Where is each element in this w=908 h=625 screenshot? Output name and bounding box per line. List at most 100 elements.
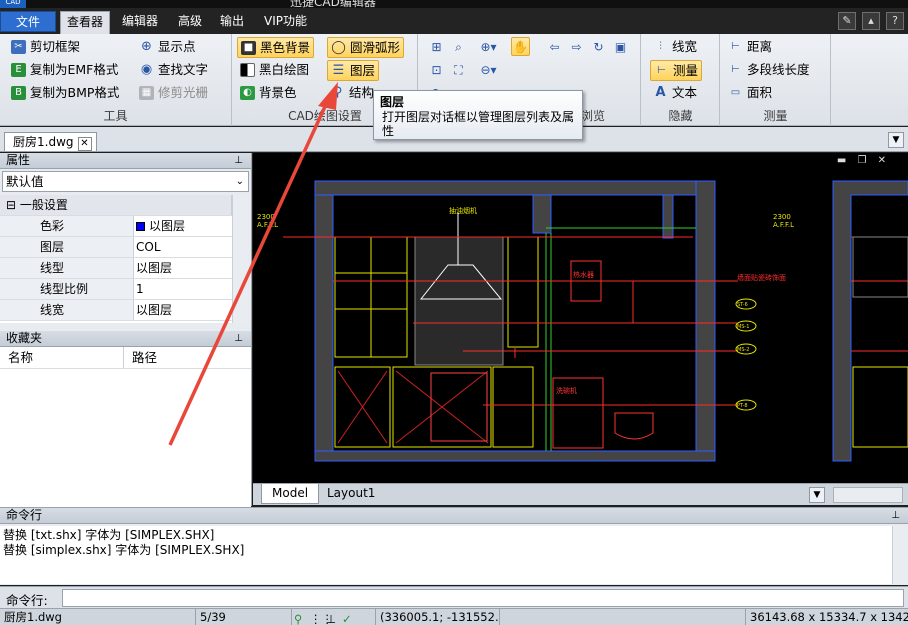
property-key: 线型比例	[0, 279, 134, 299]
text-toggle-button[interactable]: A 文本	[650, 83, 700, 104]
upper-cabinet-right	[507, 236, 539, 348]
layers-icon: ☰	[332, 63, 345, 78]
property-value: 以图层	[149, 219, 186, 233]
trim-raster-button[interactable]: ▦ 修剪光栅	[136, 83, 211, 104]
pin-icon[interactable]: ⊥	[234, 153, 243, 168]
floor-slab	[314, 450, 716, 462]
viewport-window-controls[interactable]: ▬ ❐ ✕	[837, 155, 890, 166]
favorites-columns: 名称 路径	[0, 347, 251, 369]
distance-button[interactable]: ⊢ 距离	[725, 37, 775, 58]
zoom-in-icon[interactable]: ⊕▾	[479, 38, 498, 57]
properties-scrollbar[interactable]	[232, 195, 248, 323]
zoom-extents-icon[interactable]: ⛶	[449, 61, 468, 80]
structure-button[interactable]: ⚲ 结构	[327, 83, 377, 104]
layers-button[interactable]: ☰ 图层	[327, 60, 380, 81]
fit-icon[interactable]: ⊡	[427, 61, 446, 80]
tab-editor[interactable]: 编辑器	[116, 11, 164, 32]
find-icon: ◉	[140, 62, 153, 77]
measure-toggle-button[interactable]: ⊢ 测量	[650, 60, 703, 81]
favorites-title: 收藏夹	[6, 331, 43, 345]
cabinet-x-mid	[395, 370, 489, 444]
osnap-icon[interactable]: ✓	[342, 611, 355, 625]
property-key: 线宽	[0, 300, 134, 320]
chevron-down-icon: ⌄	[235, 176, 244, 187]
tab-vip[interactable]: VIP功能	[258, 11, 313, 32]
property-row[interactable]: 图层 COL	[0, 237, 232, 258]
bw-drawing-button[interactable]: 黑白绘图	[237, 60, 312, 81]
sink	[614, 412, 654, 440]
area-button[interactable]: ▭ 面积	[725, 83, 775, 104]
zoom-out-icon[interactable]: ⊖▾	[479, 61, 498, 80]
ortho-icon[interactable]: ⊥	[326, 611, 339, 625]
column-name[interactable]: 名称	[0, 347, 124, 368]
paint-icon[interactable]: ✎	[838, 12, 856, 30]
window-title: 迅捷CAD编辑器	[290, 0, 376, 8]
horizontal-scrollbar[interactable]	[833, 487, 903, 503]
favorites-panel: 收藏夹 ⊥ 名称 路径	[0, 331, 251, 524]
background-color-button[interactable]: ◐ 背景色	[237, 83, 300, 104]
pin-icon[interactable]: ⊥	[891, 508, 900, 523]
layout-dropdown-icon[interactable]: ▼	[809, 487, 825, 503]
show-points-button[interactable]: ⊕ 显示点	[136, 37, 199, 58]
tab-viewer[interactable]: 查看器	[60, 11, 111, 34]
grid-icon[interactable]: ⋮⋮	[310, 611, 333, 625]
pan-hand-icon[interactable]: ✋	[511, 37, 530, 56]
tab-output[interactable]: 输出	[214, 11, 250, 32]
copy-emf-button[interactable]: E 复制为EMF格式	[8, 60, 121, 81]
property-category[interactable]: ⊟ 一般设置	[0, 195, 232, 216]
column-path[interactable]: 路径	[124, 347, 157, 368]
property-row[interactable]: 线宽 以图层	[0, 300, 232, 321]
menu-bar: 文件 查看器 编辑器 高级 输出 VIP功能 ✎ ▴ ?	[0, 8, 908, 34]
copy-bmp-button[interactable]: B 复制为BMP格式	[8, 83, 122, 104]
right-cabinet	[852, 236, 908, 298]
leader-lines	[283, 236, 738, 406]
bw-icon	[240, 63, 255, 77]
zoom-window-icon[interactable]: ⌕	[449, 38, 468, 57]
snap-icon[interactable]: ⚲	[294, 611, 307, 625]
property-row[interactable]: 色彩 以图层	[0, 216, 232, 237]
smooth-arcs-button[interactable]: ◯ 圆滑弧形	[327, 37, 405, 58]
tab-file[interactable]: 文件	[0, 11, 56, 32]
properties-combo[interactable]: 默认值 ⌄	[2, 171, 249, 192]
wall-left	[314, 180, 334, 452]
clip-frame-button[interactable]: ✂ 剪切框架	[8, 37, 83, 58]
layout-tab-strip: Model Layout1 ▼	[253, 483, 908, 505]
elev-sub-left: A.F.F.L	[257, 221, 278, 229]
category-label: 一般设置	[19, 198, 68, 212]
polyline-length-button[interactable]: ⊢ 多段线长度	[725, 60, 813, 81]
ceiling	[314, 180, 716, 196]
minimize-ribbon-icon[interactable]: ▴	[862, 12, 880, 30]
property-row[interactable]: 线型 以图层	[0, 258, 232, 279]
find-text-button[interactable]: ◉ 查找文字	[136, 60, 211, 81]
oven	[430, 372, 488, 442]
command-scrollbar[interactable]	[892, 526, 908, 584]
pin-icon[interactable]: ⊥	[234, 331, 243, 346]
favorites-list[interactable]	[0, 369, 251, 524]
tab-dropdown-icon[interactable]: ▼	[888, 132, 904, 148]
collapse-icon[interactable]: ⊟	[6, 198, 16, 212]
tab-layout1[interactable]: Layout1	[317, 484, 385, 504]
text-a-icon: A	[655, 85, 666, 100]
title-bar: CAD 迅捷CAD编辑器	[0, 0, 908, 8]
drawing-svg: 2300 A.F.F.L 2300 A.F.F.L 抽油烟机 墙面贴瓷砖饰面 S…	[257, 180, 908, 462]
refresh-icon[interactable]: ↻	[589, 38, 608, 57]
forward-arrow-icon[interactable]: ⇨	[567, 38, 586, 57]
view-icon[interactable]: ▣	[611, 38, 630, 57]
app-logo: CAD	[0, 0, 26, 8]
callout-note: 墙面贴瓷砖饰面	[737, 273, 786, 282]
line-width-button[interactable]: ⫶ 线宽	[650, 37, 700, 58]
tab-model[interactable]: Model	[261, 484, 320, 504]
drawing-canvas[interactable]: ▬ ❐ ✕ 2300 A.F.F.L 2300 A.F.F.L 抽油烟机 墙面贴…	[253, 153, 908, 483]
back-arrow-icon[interactable]: ⇦	[545, 38, 564, 57]
help-icon[interactable]: ?	[886, 12, 904, 30]
close-tab-icon[interactable]: ✕	[77, 137, 92, 151]
document-tab[interactable]: 厨房1.dwg ✕	[4, 132, 97, 151]
select-icon[interactable]: ⊞	[427, 38, 446, 57]
box-label: 热水器	[573, 270, 594, 279]
property-row[interactable]: 线型比例 1	[0, 279, 232, 300]
tab-advanced[interactable]: 高级	[172, 11, 208, 32]
command-title: 命令行	[6, 508, 43, 522]
command-input[interactable]	[62, 589, 904, 607]
black-background-button[interactable]: ■ 黑色背景	[237, 37, 315, 58]
status-icons: ⚲ ⋮⋮⊥ ✓	[292, 609, 376, 625]
